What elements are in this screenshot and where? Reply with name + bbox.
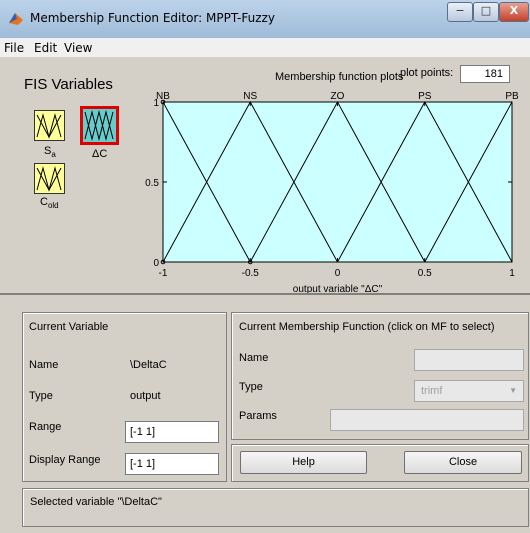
current-mf-title: Current Membership Function (click on MF… [239, 321, 495, 333]
name-label: Name [29, 359, 59, 371]
mf-label-zo: ZO [331, 91, 345, 102]
range-input[interactable]: [-1 1] [125, 421, 219, 443]
name-value: \DeltaC [130, 359, 167, 371]
plot-area [162, 101, 513, 263]
mf-type-value: trimf [421, 385, 443, 397]
type-value: output [130, 390, 161, 402]
mf-type-label: Type [239, 381, 263, 393]
mf-plot[interactable]: -1 -0.5 0 0.5 100.51NB NS ZO PS PBoutput variabl… [0, 0, 530, 300]
mf-name-input[interactable] [414, 349, 524, 371]
x-tick-label: 0 [335, 268, 341, 279]
current-variable-title: Current Variable [29, 321, 109, 333]
x-tick-label: -0.5 [242, 268, 260, 279]
mf-label-ps: PS [418, 91, 432, 102]
y-tick-label: 0.5 [145, 178, 159, 189]
close-button[interactable]: Close [404, 451, 522, 474]
current-mf-panel: Current Membership Function (click on MF… [231, 312, 529, 440]
display-range-label: Display Range [29, 454, 101, 466]
status-text: Selected variable "\DeltaC" [30, 496, 162, 508]
range-label: Range [29, 421, 62, 433]
status-panel: Selected variable "\DeltaC" [22, 488, 529, 527]
help-button[interactable]: Help [240, 451, 367, 474]
params-label: Params [239, 410, 277, 422]
chevron-down-icon: ▼ [509, 386, 517, 395]
current-variable-panel: Current Variable Name \DeltaC Type outpu… [22, 312, 227, 482]
params-input[interactable] [330, 409, 524, 431]
mf-type-select[interactable]: trimf ▼ [414, 380, 524, 402]
mf-label-ns: NS [243, 91, 257, 102]
x-tick-label: 1 [509, 268, 515, 279]
mf-name-label: Name [239, 352, 269, 364]
mf-label-pb: PB [505, 91, 519, 102]
divider [0, 293, 530, 295]
buttons-panel: Help Close [231, 444, 529, 482]
x-tick-label: 0.5 [418, 268, 432, 279]
type-label: Type [29, 390, 53, 402]
y-tick-label: 0 [153, 258, 159, 269]
display-range-input[interactable]: [-1 1] [125, 453, 219, 475]
x-tick-label: -1 [159, 268, 168, 279]
